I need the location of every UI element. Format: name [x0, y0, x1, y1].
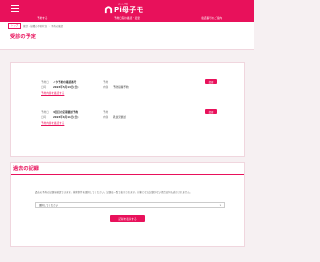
- field-label: 内容: [103, 115, 109, 119]
- appointment-date: 2023年6月11日(日): [53, 115, 79, 119]
- logo-text: Pi母子モ: [114, 6, 144, 14]
- breadcrumb-item[interactable]: 健診・接種の予約状況: [23, 24, 47, 28]
- appointment-date: 2023年5月14日(日): [53, 85, 79, 89]
- history-description: 過去の予約の記録を確認できます。検索条件を選択してください。記録は一覧で表示され…: [35, 191, 193, 194]
- field-label: 予約日: [41, 110, 49, 114]
- appointment-name: 4回目の定期健診予約: [53, 110, 79, 114]
- divider: [11, 174, 244, 175]
- field-label: 予約: [103, 80, 109, 84]
- breadcrumb: トップ 健診・接種の予約状況 › 予約の確認: [8, 23, 63, 29]
- appointment-type: 乳幼児健診: [113, 115, 126, 119]
- breadcrumb-home[interactable]: トップ: [8, 23, 22, 29]
- field-label: 日時: [41, 115, 47, 119]
- breadcrumb-item: 予約の確認: [51, 25, 63, 28]
- history-select[interactable]: 選択してください ▾: [35, 202, 225, 208]
- history-card: 過去の記録 過去の予約の記録を確認できます。検索条件を選択してください。記録は一…: [10, 162, 245, 247]
- change-button[interactable]: 変更: [205, 109, 217, 114]
- nav-item-phone[interactable]: 電話番号のご案内: [169, 15, 254, 22]
- field-label: 日時: [41, 85, 47, 89]
- field-label: 予約日: [41, 80, 49, 84]
- show-history-button[interactable]: 記録を表示する: [110, 215, 145, 222]
- nav-item-schedule[interactable]: 予約日程の確認・変更: [85, 15, 170, 22]
- logo-mark-icon: [104, 6, 113, 14]
- appointment-item: 予約日 ノタ予約の確認番号 予約 日時 2023年5月14日(日) 内容 予防接…: [41, 79, 231, 95]
- main-nav: 予約する 予約日程の確認・変更 電話番号のご案内: [0, 15, 254, 22]
- field-label: 予約: [103, 110, 109, 114]
- field-label: 内容: [103, 85, 109, 89]
- sub-header: トップ 健診・接種の予約状況 › 予約の確認 受診の予定: [0, 22, 254, 50]
- appointment-detail-link[interactable]: 予約内容を確認する: [41, 91, 231, 95]
- upcoming-card: 予約日 ノタ予約の確認番号 予約 日時 2023年5月14日(日) 内容 予防接…: [10, 62, 245, 157]
- logo-subtitle: ネット予約: [118, 4, 129, 6]
- chevron-down-icon: ▾: [219, 203, 221, 207]
- menu-icon[interactable]: [11, 5, 19, 12]
- appointment-item: 予約日 4回目の定期健診予約 予約 日時 2023年6月11日(日) 内容 乳幼…: [41, 109, 231, 125]
- appointment-name: ノタ予約の確認番号: [53, 80, 77, 84]
- page-title: 受診の予定: [10, 34, 36, 40]
- section-title: 過去の記録: [13, 166, 39, 172]
- appointment-detail-link[interactable]: 予約内容を確認する: [41, 121, 231, 125]
- change-button[interactable]: 変更: [205, 79, 217, 84]
- nav-item-reserve[interactable]: 予約する: [0, 15, 85, 22]
- breadcrumb-separator: ›: [48, 24, 50, 28]
- top-bar: ネット予約 Pi母子モ 予約する 予約日程の確認・変更 電話番号のご案内: [0, 0, 254, 22]
- select-value: 選択してください: [39, 204, 58, 207]
- appointment-type: 予防接種予約: [113, 85, 129, 89]
